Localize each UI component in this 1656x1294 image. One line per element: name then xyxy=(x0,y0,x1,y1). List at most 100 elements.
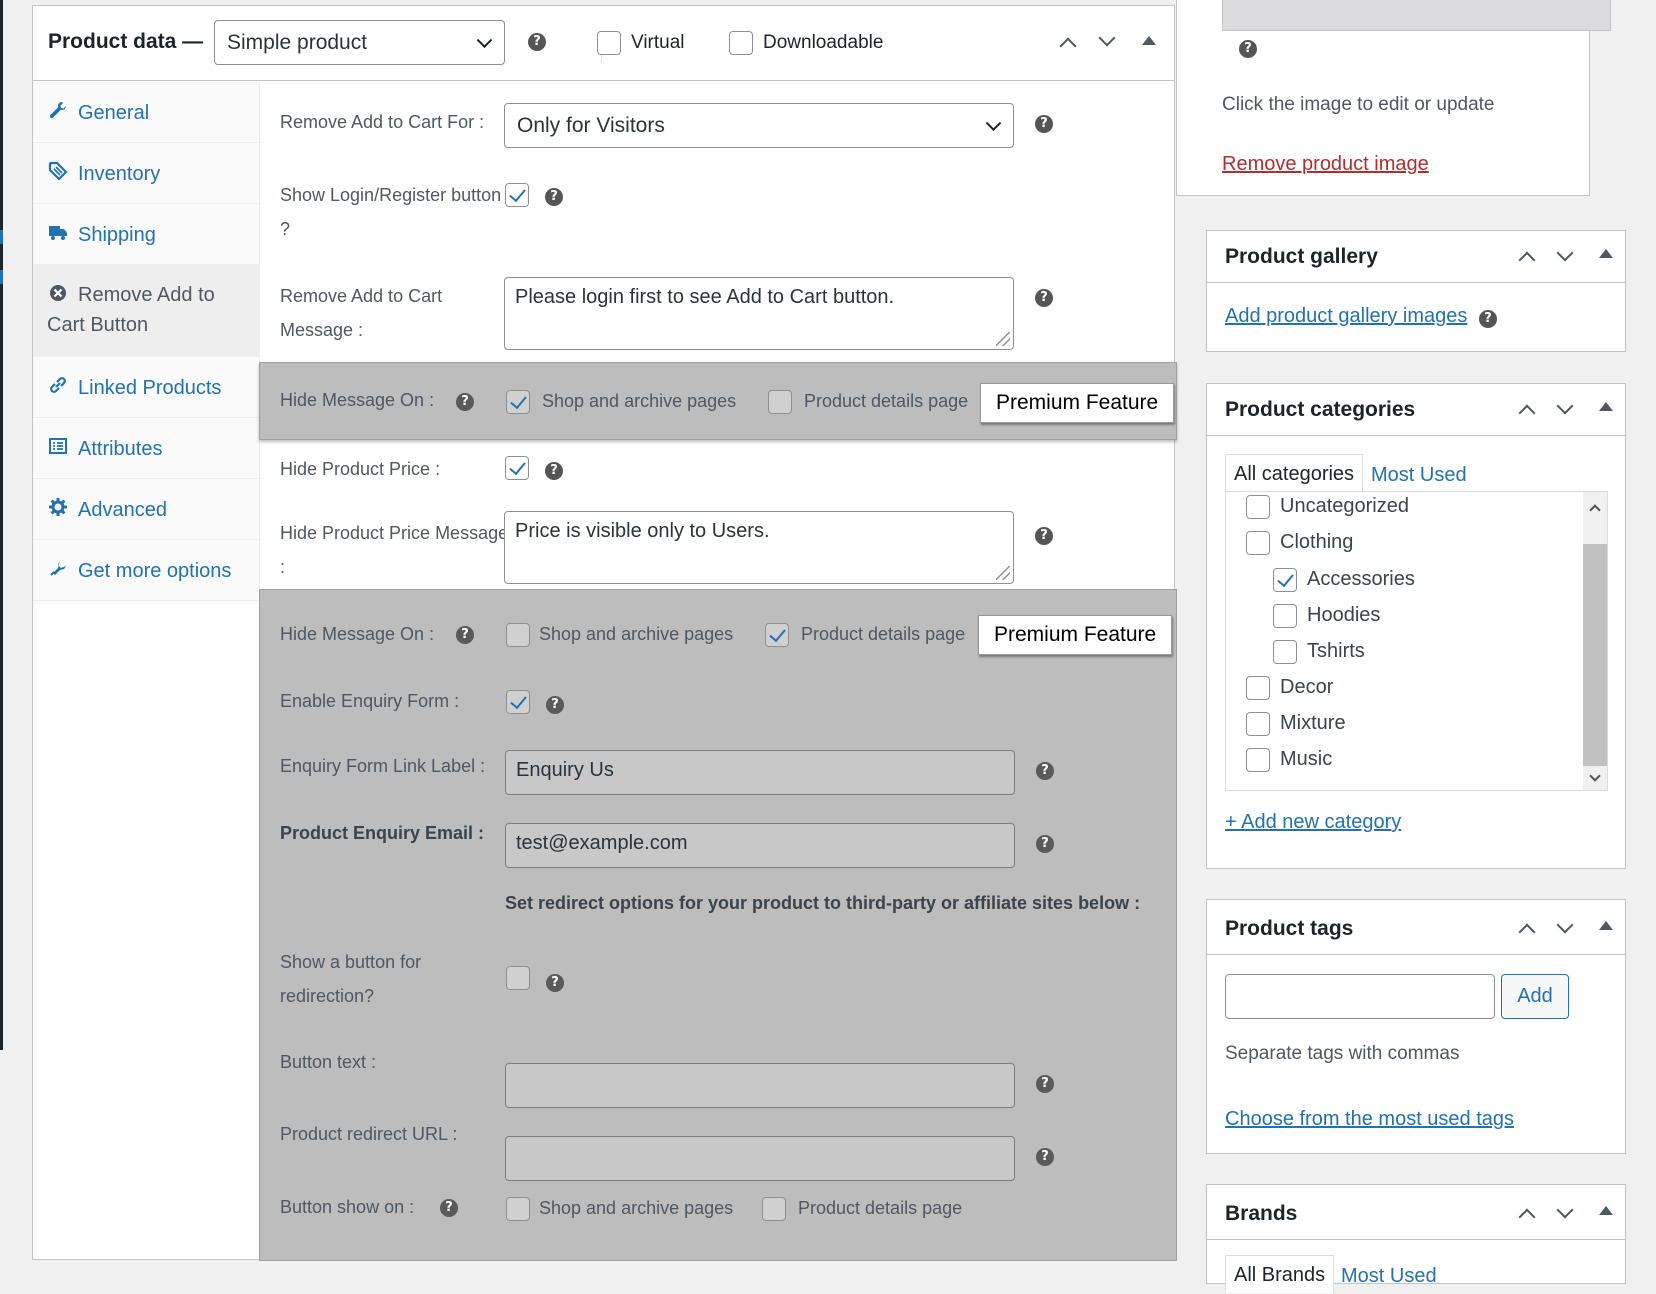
hide-price-details-checkbox[interactable] xyxy=(765,623,789,647)
tab-remove-add-to-cart[interactable]: Remove Add to Cart Button xyxy=(33,265,260,357)
help-icon[interactable]: ? xyxy=(456,393,474,411)
categories-scrollbar[interactable] xyxy=(1583,492,1607,790)
button-show-details-checkbox[interactable] xyxy=(762,1197,786,1221)
add-category-link[interactable]: + Add new category xyxy=(1225,811,1401,834)
enquiry-email-input[interactable]: test@example.com xyxy=(505,823,1015,868)
collapse-toggle-icon[interactable] xyxy=(1599,1206,1613,1215)
brands-title: Brands xyxy=(1225,1202,1298,1225)
help-icon[interactable]: ? xyxy=(528,33,546,51)
help-icon[interactable]: ? xyxy=(546,974,564,992)
help-icon[interactable]: ? xyxy=(1035,527,1053,545)
remove-message-textarea[interactable]: Please login first to see Add to Cart bu… xyxy=(504,277,1014,350)
tab-shipping[interactable]: Shipping xyxy=(33,204,260,265)
help-icon[interactable]: ? xyxy=(1239,40,1257,58)
help-icon[interactable]: ? xyxy=(1036,1075,1054,1093)
move-up-icon[interactable] xyxy=(1518,923,1536,941)
tab-general[interactable]: General xyxy=(33,82,260,143)
show-redirect-label: Show a button for redirection? xyxy=(280,952,422,1006)
help-icon[interactable]: ? xyxy=(545,188,563,206)
resize-handle-icon[interactable] xyxy=(996,332,1010,346)
tags-input[interactable] xyxy=(1225,974,1495,1019)
category-label: Uncategorized xyxy=(1280,495,1409,517)
hide-price-message-textarea[interactable]: Price is visible only to Users. xyxy=(504,511,1014,584)
category-checkbox[interactable] xyxy=(1273,604,1297,628)
help-icon[interactable]: ? xyxy=(546,696,564,714)
enable-enquiry-checkbox[interactable] xyxy=(506,690,530,714)
scrollbar-thumb[interactable] xyxy=(1583,544,1607,766)
move-down-icon[interactable] xyxy=(1556,397,1574,415)
scroll-down-icon[interactable] xyxy=(1589,770,1601,782)
help-icon[interactable]: ? xyxy=(545,462,563,480)
redirect-url-input[interactable] xyxy=(505,1136,1015,1181)
help-icon[interactable]: ? xyxy=(1036,1148,1054,1166)
help-icon[interactable]: ? xyxy=(440,1199,458,1217)
show-login-checkbox[interactable] xyxy=(505,183,529,207)
move-down-icon[interactable] xyxy=(1556,916,1574,934)
button-show-shop-checkbox[interactable] xyxy=(506,1197,530,1221)
product-type-select[interactable]: Simple product xyxy=(214,20,505,65)
tab-advanced[interactable]: Advanced xyxy=(33,479,260,540)
tab-inventory[interactable]: Inventory xyxy=(33,143,260,204)
chevron-down-icon xyxy=(985,114,1002,131)
hide-price-shop-checkbox[interactable] xyxy=(506,623,530,647)
category-checkbox[interactable] xyxy=(1246,748,1270,772)
category-label: Clothing xyxy=(1280,531,1354,553)
category-checkbox[interactable] xyxy=(1246,531,1270,555)
move-down-icon[interactable] xyxy=(1556,244,1574,262)
hide-price-checkbox[interactable] xyxy=(505,456,529,480)
scroll-up-icon[interactable] xyxy=(1589,504,1601,516)
hide-msg-details-checkbox[interactable] xyxy=(768,390,792,414)
tab-brands-most-used[interactable]: Most Used xyxy=(1341,1265,1437,1288)
collapse-toggle-icon[interactable] xyxy=(1599,249,1613,258)
product-image-thumb[interactable] xyxy=(1222,0,1611,31)
premium-feature-badge: Premium Feature xyxy=(978,615,1173,655)
show-redirect-checkbox[interactable] xyxy=(506,966,530,990)
category-checkbox[interactable] xyxy=(1273,568,1297,592)
downloadable-checkbox[interactable] xyxy=(729,31,753,55)
move-up-icon[interactable] xyxy=(1059,37,1077,55)
category-checkbox[interactable] xyxy=(1246,712,1270,736)
category-checkbox[interactable] xyxy=(1246,676,1270,700)
category-checkbox[interactable] xyxy=(1273,640,1297,664)
product-categories-box: Product categories All categories Most U… xyxy=(1206,383,1626,869)
help-icon[interactable]: ? xyxy=(456,626,474,644)
move-down-icon[interactable] xyxy=(1098,29,1116,47)
tab-get-more-options[interactable]: Get more options xyxy=(33,540,260,601)
collapse-toggle-icon[interactable] xyxy=(1599,921,1613,930)
move-up-icon[interactable] xyxy=(1518,251,1536,269)
brands-header: Brands xyxy=(1207,1185,1625,1240)
move-down-icon[interactable] xyxy=(1556,1201,1574,1219)
help-icon[interactable]: ? xyxy=(1036,762,1054,780)
tab-linked-products[interactable]: Linked Products xyxy=(33,357,260,418)
button-text-input[interactable] xyxy=(505,1063,1015,1108)
help-icon[interactable]: ? xyxy=(1035,115,1053,133)
tab-attributes[interactable]: Attributes xyxy=(33,418,260,479)
help-icon[interactable]: ? xyxy=(1479,310,1497,328)
resize-handle-icon[interactable] xyxy=(996,566,1010,580)
hide-price-label: Hide Product Price : xyxy=(280,459,441,479)
tab-most-used[interactable]: Most Used xyxy=(1371,464,1467,487)
help-icon[interactable]: ? xyxy=(1035,289,1053,307)
help-icon[interactable]: ? xyxy=(1036,835,1054,853)
add-tag-button[interactable]: Add xyxy=(1501,974,1569,1019)
hide-msg-shop-checkbox[interactable] xyxy=(506,390,530,414)
hide-message-on-label: Hide Message On : xyxy=(280,390,435,410)
choose-tags-link[interactable]: Choose from the most used tags xyxy=(1225,1108,1514,1131)
categories-title: Product categories xyxy=(1225,398,1416,421)
tab-all-categories[interactable]: All categories xyxy=(1225,454,1364,492)
enquiry-link-input[interactable]: Enquiry Us xyxy=(505,750,1015,795)
tab-all-brands[interactable]: All Brands xyxy=(1225,1255,1335,1293)
collapse-toggle-icon[interactable] xyxy=(1142,36,1156,45)
collapse-toggle-icon[interactable] xyxy=(1599,402,1613,411)
remove-for-select[interactable]: Only for Visitors xyxy=(504,103,1014,148)
tags-title: Product tags xyxy=(1225,917,1354,940)
virtual-label: Virtual xyxy=(631,32,685,53)
remove-image-link[interactable]: Remove product image xyxy=(1222,153,1429,176)
virtual-checkbox[interactable] xyxy=(597,31,621,55)
move-up-icon[interactable] xyxy=(1518,404,1536,422)
category-checkbox[interactable] xyxy=(1246,495,1270,519)
tab-label: Advanced xyxy=(78,499,167,521)
add-gallery-link[interactable]: Add product gallery images xyxy=(1225,305,1467,328)
move-up-icon[interactable] xyxy=(1518,1208,1536,1226)
gallery-header: Product gallery xyxy=(1207,231,1625,283)
